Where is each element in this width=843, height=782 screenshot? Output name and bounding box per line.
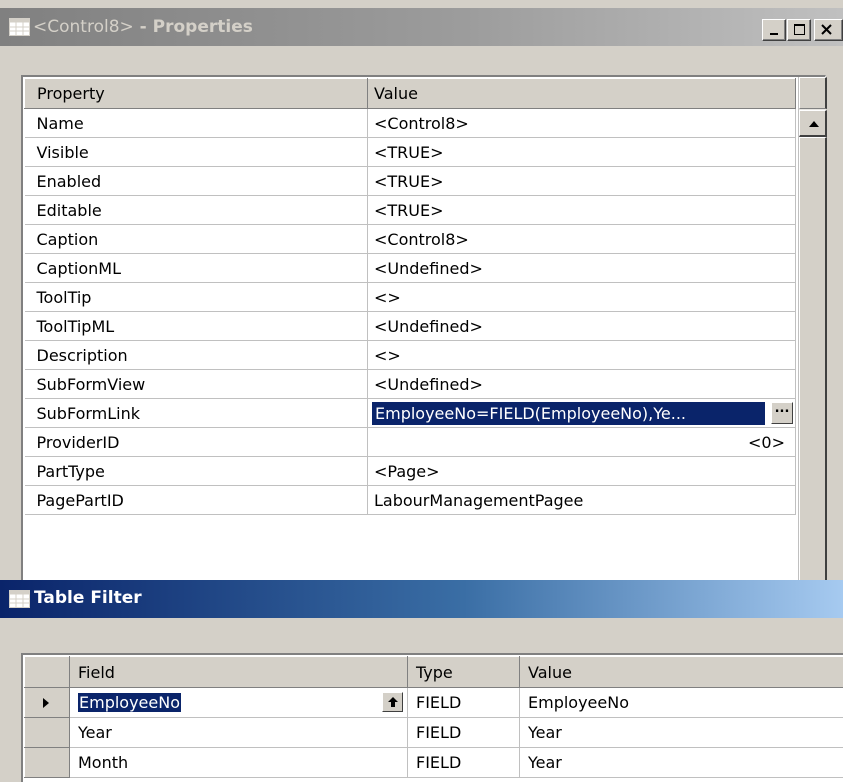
scroll-up-button[interactable] (799, 110, 827, 137)
value-cell[interactable]: EmployeeNo (519, 687, 843, 718)
maximize-icon (794, 24, 805, 35)
row-selector[interactable] (24, 687, 70, 718)
value-cell[interactable]: Year (519, 717, 843, 748)
header-corner (799, 77, 827, 109)
field-cell[interactable]: EmployeeNo (69, 687, 408, 718)
property-value[interactable]: <Undefined> (367, 253, 796, 283)
table-row[interactable]: Month FIELD Year (24, 747, 843, 778)
property-name[interactable]: ToolTip (24, 282, 368, 312)
table-row-current[interactable]: EmployeeNo FIELD EmployeeNo (24, 687, 843, 718)
property-name[interactable]: Editable (24, 195, 368, 225)
table-row[interactable]: Year FIELD Year (24, 717, 843, 748)
properties-grid: Property Value Name <Control8> Visible <TR… (21, 75, 827, 582)
property-value-editor[interactable]: EmployeeNo=FIELD(EmployeeNo),Ye... ... (367, 398, 796, 428)
property-value[interactable]: <Control8> (367, 224, 796, 254)
property-value[interactable]: <TRUE> (367, 195, 796, 225)
table-row[interactable]: Caption <Control8> (24, 224, 796, 254)
maximize-button[interactable] (787, 19, 811, 41)
type-cell[interactable]: FIELD (407, 747, 520, 778)
properties-titlebar[interactable]: <Control8> - Properties (0, 8, 843, 46)
property-name[interactable]: Enabled (24, 166, 368, 196)
row-selector[interactable] (24, 717, 70, 748)
column-header-value[interactable]: Value (519, 656, 843, 688)
row-selector-header (24, 656, 70, 688)
property-value[interactable]: <0> (367, 427, 796, 457)
title-control-name: <Control8> (33, 17, 134, 37)
property-name[interactable]: SubFormView (24, 369, 368, 399)
column-header-property[interactable]: Property (24, 78, 368, 109)
filter-header-row: Field Type Value (24, 656, 843, 688)
close-icon (821, 24, 832, 35)
row-selector[interactable] (24, 747, 70, 778)
field-input[interactable]: EmployeeNo (78, 693, 181, 712)
filter-table: Field Type Value EmployeeNo FIELD Employ… (24, 656, 843, 778)
table-row[interactable]: Editable <TRUE> (24, 195, 796, 225)
property-value[interactable]: <Undefined> (367, 369, 796, 399)
column-header-value[interactable]: Value (367, 78, 796, 109)
minimize-icon (770, 33, 778, 35)
current-row-arrow-icon (43, 698, 49, 708)
field-cell[interactable]: Month (69, 747, 408, 778)
type-cell[interactable]: FIELD (407, 717, 520, 748)
property-value[interactable]: <TRUE> (367, 166, 796, 196)
property-name[interactable]: PartType (24, 456, 368, 486)
arrow-up-icon (388, 697, 398, 707)
property-name[interactable]: Visible (24, 137, 368, 167)
properties-window-title: <Control8> - Properties (33, 17, 253, 37)
table-row[interactable]: Description <> (24, 340, 796, 370)
table-row-selected[interactable]: SubFormLink EmployeeNo=FIELD(EmployeeNo)… (24, 398, 796, 428)
assist-edit-button[interactable]: ... (771, 402, 793, 424)
column-header-field[interactable]: Field (69, 656, 408, 688)
table-icon (9, 590, 30, 608)
property-name[interactable]: PagePartID (24, 485, 368, 515)
property-name[interactable]: Name (24, 108, 368, 138)
property-value[interactable]: <> (367, 340, 796, 370)
column-header-type[interactable]: Type (407, 656, 520, 688)
field-cell[interactable]: Year (69, 717, 408, 748)
value-cell[interactable]: Year (519, 747, 843, 778)
table-row[interactable]: Enabled <TRUE> (24, 166, 796, 196)
minimize-button[interactable] (762, 19, 786, 41)
filter-grid: Field Type Value EmployeeNo FIELD Employ… (21, 653, 843, 782)
properties-header-row: Property Value (24, 78, 796, 109)
table-row[interactable]: Name <Control8> (24, 108, 796, 138)
properties-table: Property Value Name <Control8> Visible <TR… (24, 78, 796, 515)
table-filter-titlebar[interactable]: Table Filter (0, 580, 843, 618)
table-row[interactable]: Visible <TRUE> (24, 137, 796, 167)
table-filter-title: Table Filter (34, 588, 142, 608)
table-row[interactable]: PartType <Page> (24, 456, 796, 486)
property-value[interactable]: <> (367, 282, 796, 312)
vertical-scrollbar[interactable] (798, 77, 827, 582)
table-row[interactable]: ToolTip <> (24, 282, 796, 312)
lookup-button[interactable] (382, 692, 403, 712)
property-value[interactable]: <Control8> (367, 108, 796, 138)
property-name[interactable]: Caption (24, 224, 368, 254)
property-value[interactable]: <Undefined> (367, 311, 796, 341)
property-name[interactable]: CaptionML (24, 253, 368, 283)
type-cell[interactable]: FIELD (407, 687, 520, 718)
title-suffix: - Properties (133, 17, 253, 37)
table-row[interactable]: SubFormView <Undefined> (24, 369, 796, 399)
close-button[interactable] (814, 19, 843, 41)
table-row[interactable]: ToolTipML <Undefined> (24, 311, 796, 341)
property-name[interactable]: ProviderID (24, 427, 368, 457)
property-value[interactable]: LabourManagementPagee (367, 485, 796, 515)
arrow-up-icon (809, 121, 819, 127)
property-value[interactable]: <TRUE> (367, 137, 796, 167)
property-name[interactable]: Description (24, 340, 368, 370)
table-row[interactable]: CaptionML <Undefined> (24, 253, 796, 283)
table-filter-window: Table Filter Field Type Value EmployeeNo (0, 580, 843, 782)
scroll-thumb[interactable] (799, 137, 827, 582)
property-name[interactable]: ToolTipML (24, 311, 368, 341)
subformlink-value-input[interactable]: EmployeeNo=FIELD(EmployeeNo),Ye... (372, 402, 765, 425)
table-icon (9, 18, 30, 36)
property-name[interactable]: SubFormLink (24, 398, 368, 428)
property-value[interactable]: <Page> (367, 456, 796, 486)
properties-window: <Control8> - Properties Property Value N… (0, 0, 843, 582)
table-row[interactable]: PagePartID LabourManagementPagee (24, 485, 796, 515)
table-row[interactable]: ProviderID <0> (24, 427, 796, 457)
